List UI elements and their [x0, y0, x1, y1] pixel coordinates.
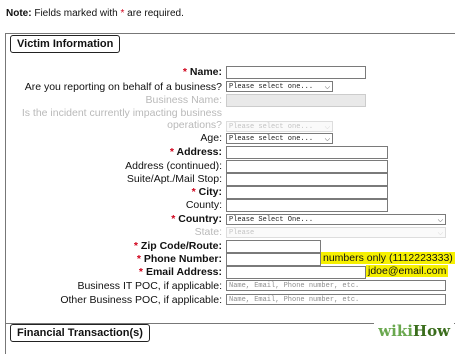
chevron-down-icon: ⌵ [324, 83, 330, 91]
financial-title: Financial Transaction(s) [10, 324, 150, 342]
chevron-down-icon: ⌵ [324, 135, 330, 143]
county-input[interactable] [226, 199, 388, 212]
state-label: State: [194, 226, 222, 238]
name-input[interactable] [226, 66, 366, 79]
business-name-input[interactable] [226, 94, 366, 107]
address2-label: Address (continued): [125, 160, 222, 172]
email-label: * Email Address: [138, 266, 222, 278]
required-note: Note: Fields marked with * are required. [6, 8, 184, 19]
city-input[interactable] [226, 186, 388, 199]
business-name-label: Business Name: [145, 94, 222, 106]
phone-input[interactable] [226, 253, 321, 266]
county-label: County: [185, 199, 222, 211]
address-label: * Address: [169, 146, 222, 158]
section-title: Victim Information [10, 35, 121, 53]
it-poc-label: Business IT POC, if applicable: [77, 280, 222, 292]
suite-input[interactable] [226, 173, 388, 186]
chevron-down-icon: ⌵ [437, 216, 443, 224]
name-label: * Name: [182, 66, 222, 78]
zip-label: * Zip Code/Route: [133, 240, 222, 252]
chevron-down-icon: ⌵ [324, 123, 330, 131]
address2-input[interactable] [226, 160, 388, 173]
zip-input[interactable] [226, 240, 321, 253]
behalf-select[interactable]: Please select one... ⌵ [226, 81, 333, 92]
city-label: * City: [191, 186, 222, 198]
age-label: Age: [200, 132, 222, 144]
other-poc-input[interactable]: Name, Email, Phone number, etc. [226, 294, 446, 305]
chevron-down-icon: ⌵ [437, 229, 443, 237]
behalf-label: Are you reporting on behalf of a busines… [24, 81, 222, 93]
impacting-select[interactable]: Please select one... ⌵ [226, 121, 333, 132]
country-label: * Country: [171, 213, 222, 225]
phone-hint: numbers only (1112223333) [321, 252, 455, 264]
address-input[interactable] [226, 146, 388, 159]
country-select[interactable]: Please Select One... ⌵ [226, 214, 446, 225]
note-text: Fields marked with [31, 8, 121, 19]
phone-label: * Phone Number: [136, 253, 222, 265]
impacting-label-2: operations? [167, 119, 222, 131]
state-select[interactable]: Please ⌵ [226, 227, 446, 238]
note-suffix: are required. [124, 8, 184, 19]
email-input[interactable] [226, 266, 366, 279]
suite-label: Suite/Apt./Mail Stop: [126, 173, 222, 185]
age-select[interactable]: Please select one... ⌵ [226, 133, 333, 144]
wikihow-watermark: wikiHow [374, 321, 454, 341]
note-prefix: Note: [6, 8, 32, 19]
email-hint: jdoe@email.com [366, 265, 449, 277]
it-poc-input[interactable]: Name, Email, Phone number, etc. [226, 280, 446, 291]
other-poc-label: Other Business POC, if applicable: [60, 294, 222, 306]
